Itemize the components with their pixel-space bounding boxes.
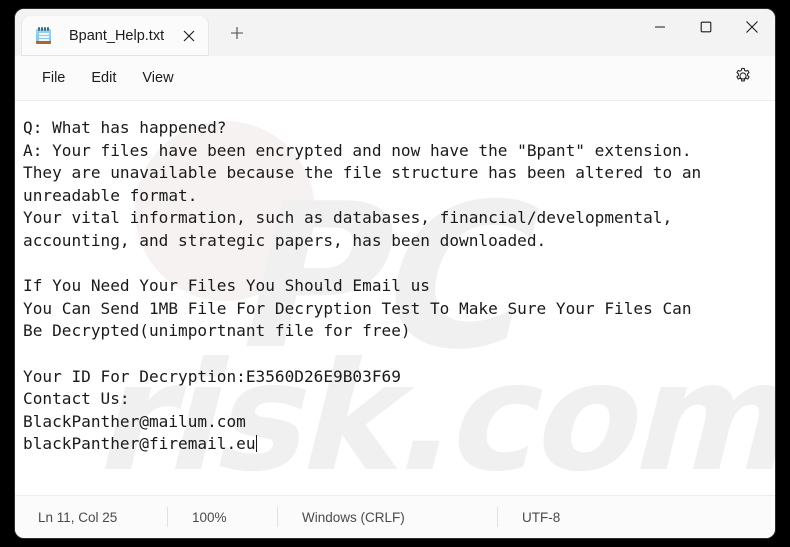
- window-caption-buttons: [637, 9, 775, 56]
- menu-item-edit[interactable]: Edit: [78, 64, 129, 92]
- menu-item-view[interactable]: View: [129, 64, 186, 92]
- new-tab-button[interactable]: [220, 18, 254, 52]
- plus-icon: [230, 26, 244, 45]
- tab-bpant-help[interactable]: Bpant_Help.txt: [22, 16, 209, 56]
- menu-bar: File Edit View: [15, 56, 775, 101]
- text-caret: [255, 435, 257, 453]
- status-bar: Ln 11, Col 25 100% Windows (CRLF) UTF-8: [15, 495, 775, 538]
- close-icon: [745, 20, 759, 34]
- notepad-window: Bpant_Help.txt File Edit View PC risk.co…: [15, 9, 775, 538]
- editor-area[interactable]: PC risk.com Q: What has happened? A: You…: [15, 101, 775, 495]
- minimize-icon: [654, 21, 666, 33]
- gear-icon: [734, 67, 752, 90]
- tab-title: Bpant_Help.txt: [69, 28, 165, 44]
- menu-item-file[interactable]: File: [29, 64, 78, 92]
- desktop-background: Bpant_Help.txt File Edit View PC risk.co…: [0, 0, 790, 547]
- status-zoom-level[interactable]: 100%: [167, 507, 277, 527]
- window-close-button[interactable]: [729, 9, 775, 45]
- notepad-icon: [35, 27, 52, 45]
- tab-strip: Bpant_Help.txt: [15, 9, 637, 56]
- status-cursor-position[interactable]: Ln 11, Col 25: [15, 507, 167, 527]
- title-bar: Bpant_Help.txt: [15, 9, 775, 56]
- minimize-button[interactable]: [637, 9, 683, 45]
- status-encoding[interactable]: UTF-8: [497, 507, 578, 527]
- maximize-icon: [700, 21, 712, 33]
- note-text-content: Q: What has happened? A: Your files have…: [23, 118, 702, 454]
- settings-button[interactable]: [725, 62, 761, 94]
- ransom-note-text[interactable]: Q: What has happened? A: Your files have…: [15, 101, 775, 456]
- maximize-button[interactable]: [683, 9, 729, 45]
- tab-close-icon[interactable]: [174, 21, 204, 51]
- status-line-endings[interactable]: Windows (CRLF): [277, 507, 497, 527]
